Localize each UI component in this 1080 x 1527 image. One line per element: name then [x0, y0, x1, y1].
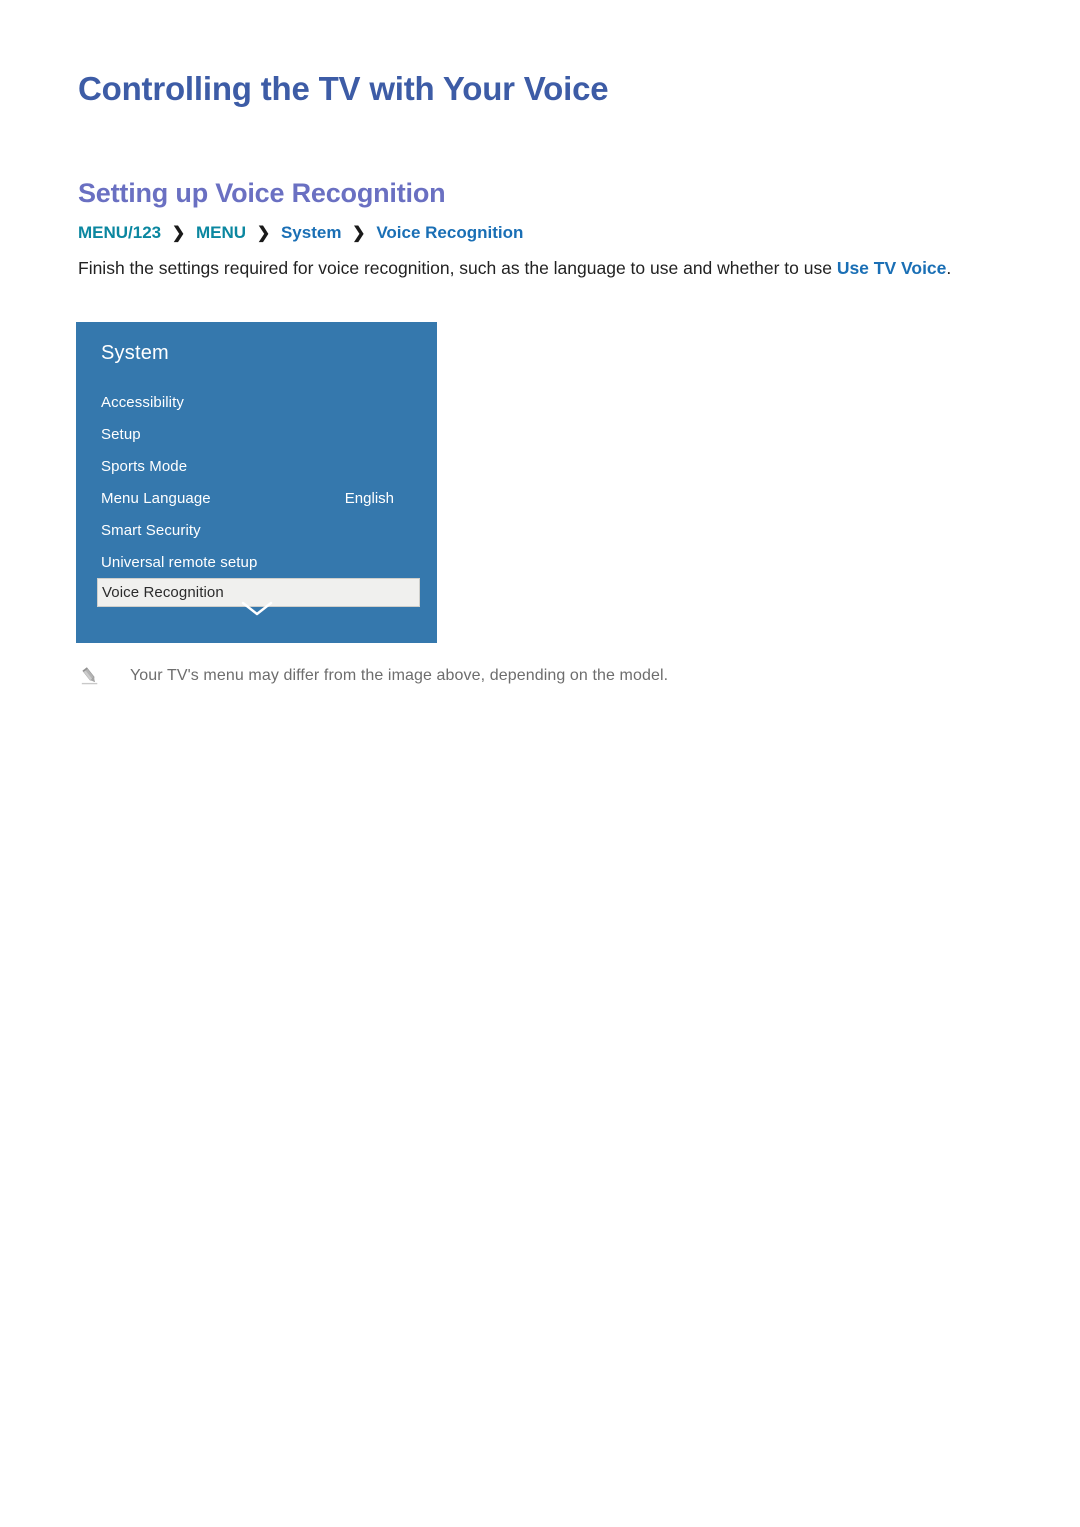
- menu-item-label: Sports Mode: [101, 457, 188, 475]
- menu-item-label: Menu Language: [101, 489, 211, 507]
- breadcrumb-item-menu123: MENU/123: [78, 223, 162, 242]
- menu-item-sports-mode[interactable]: Sports Mode: [76, 450, 437, 482]
- breadcrumb-item-system: System: [280, 223, 342, 242]
- pencil-icon: [81, 667, 98, 685]
- menu-item-accessibility[interactable]: Accessibility: [76, 386, 437, 418]
- breadcrumb: MENU/123 ❯ MENU ❯ System ❯ Voice Recogni…: [78, 222, 523, 245]
- paragraph-text-lead: Finish the settings required for voice r…: [78, 258, 837, 278]
- breadcrumb-separator-icon: ❯: [256, 225, 271, 242]
- tv-menu-panel: System Accessibility Setup Sports Mode M…: [76, 322, 437, 643]
- page-title: Controlling the TV with Your Voice: [78, 70, 609, 107]
- breadcrumb-separator-icon: ❯: [352, 225, 366, 242]
- body-paragraph: Finish the settings required for voice r…: [78, 255, 1003, 281]
- breadcrumb-item-voice-recognition: Voice Recognition: [376, 223, 524, 242]
- menu-item-setup[interactable]: Setup: [76, 418, 437, 450]
- menu-item-label: Setup: [101, 425, 141, 443]
- section-title: Setting up Voice Recognition: [78, 178, 446, 208]
- breadcrumb-item-menu: MENU: [196, 223, 247, 242]
- menu-item-label: Universal remote setup: [101, 553, 258, 571]
- note-block: Your TV's menu may differ from the image…: [80, 664, 980, 688]
- menu-item-label: Voice Recognition: [102, 584, 224, 601]
- menu-item-universal-remote-setup[interactable]: Universal remote setup: [76, 546, 437, 578]
- menu-item-label: Accessibility: [101, 393, 184, 411]
- paragraph-text-trail: .: [946, 258, 952, 278]
- menu-item-label: Smart Security: [101, 521, 201, 539]
- menu-item-voice-recognition[interactable]: Voice Recognition: [97, 578, 420, 607]
- tv-menu-panel-title: System: [101, 342, 169, 364]
- menu-item-menu-language[interactable]: Menu Language English: [76, 482, 437, 514]
- note-text: Your TV's menu may differ from the image…: [130, 667, 669, 684]
- menu-item-value-language: English: [344, 489, 394, 507]
- menu-item-smart-security[interactable]: Smart Security: [76, 514, 437, 546]
- tv-menu-list: Accessibility Setup Sports Mode Menu Lan…: [76, 386, 437, 607]
- document-page: Controlling the TV with Your Voice Setti…: [0, 0, 1080, 1527]
- breadcrumb-separator-icon: ❯: [171, 225, 186, 242]
- use-tv-voice-link[interactable]: Use TV Voice: [837, 258, 947, 278]
